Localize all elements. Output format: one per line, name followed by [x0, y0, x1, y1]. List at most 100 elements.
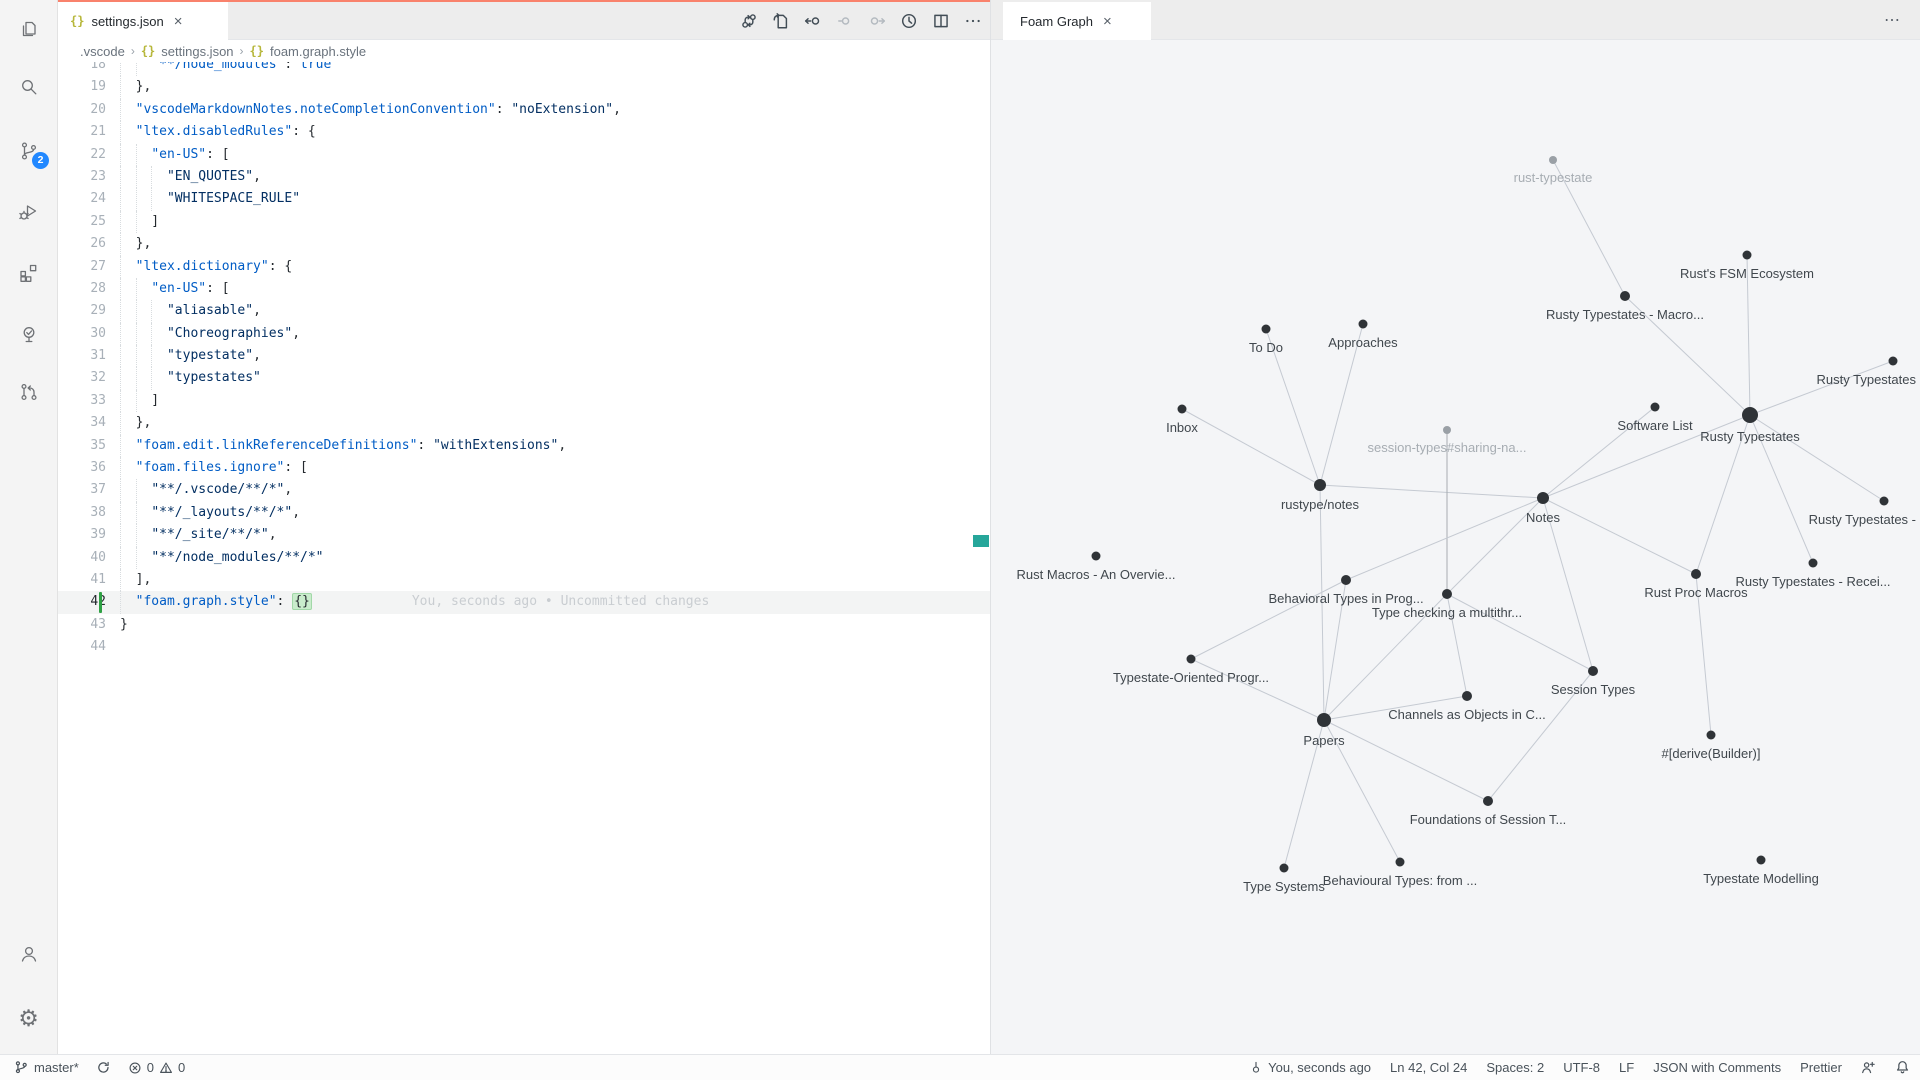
graph-node-typestate-oriented[interactable]: [1187, 655, 1196, 664]
graph-node-type-checking[interactable]: [1442, 589, 1452, 599]
graph-node-rust-macros-overview[interactable]: [1092, 552, 1101, 561]
graph-node-session-types-sharing[interactable]: [1443, 426, 1451, 434]
code-line-26[interactable]: 26 },: [58, 233, 990, 255]
blame-status[interactable]: You, seconds ago: [1249, 1055, 1371, 1080]
breadcrumb-item[interactable]: .vscode: [80, 44, 125, 59]
indentation[interactable]: Spaces: 2: [1486, 1055, 1544, 1080]
code-line-41[interactable]: 41 ],: [58, 569, 990, 591]
more-actions-icon[interactable]: ⋯: [1880, 9, 1904, 31]
code-line-24[interactable]: 24 "WHITESPACE_RULE": [58, 188, 990, 210]
editor-sash[interactable]: [990, 0, 991, 1054]
graph-node-rusty-typestates-far-right[interactable]: [1880, 497, 1889, 506]
sidebar-item-todo-tree[interactable]: [0, 311, 57, 359]
code-line-22[interactable]: 22 "en-US": [: [58, 144, 990, 166]
code-line-29[interactable]: 29 "aliasable",: [58, 300, 990, 322]
graph-node-rust-proc-macros[interactable]: [1691, 569, 1701, 579]
graph-node-approaches[interactable]: [1359, 320, 1368, 329]
graph-node-rusty-typestates-right[interactable]: [1889, 357, 1898, 366]
code-line-18[interactable]: 18 "**/node_modules": true: [58, 62, 990, 76]
file-arrow-icon[interactable]: [770, 10, 792, 32]
graph-node-to-do[interactable]: [1262, 325, 1271, 334]
more-icon[interactable]: [962, 10, 984, 32]
code-line-36[interactable]: 36 "foam.files.ignore": [: [58, 457, 990, 479]
json-icon: {}: [141, 44, 155, 58]
branch-status[interactable]: master*: [14, 1055, 79, 1080]
graph-node-rusty-typestates-macro[interactable]: [1620, 291, 1630, 301]
formatter[interactable]: Prettier: [1800, 1055, 1842, 1080]
breadcrumb-item[interactable]: foam.graph.style: [270, 44, 366, 59]
graph-node-rusty-typestates-recei[interactable]: [1809, 559, 1818, 568]
problems-status[interactable]: 00: [128, 1055, 185, 1080]
code-line-37[interactable]: 37 "**/.vscode/**/*",: [58, 479, 990, 501]
close-icon[interactable]: ×: [171, 13, 186, 30]
graph-node-session-types[interactable]: [1588, 666, 1598, 676]
line-number: 34: [58, 412, 120, 434]
sidebar-item-explorer[interactable]: [0, 6, 57, 54]
breadcrumb-item[interactable]: settings.json: [161, 44, 233, 59]
line-number: 19: [58, 76, 120, 98]
code-line-28[interactable]: 28 "en-US": [: [58, 278, 990, 300]
graph-node-rusty-typestates-hub[interactable]: [1742, 407, 1758, 423]
code-line-19[interactable]: 19 },: [58, 76, 990, 98]
graph-node-rustype-notes[interactable]: [1314, 479, 1326, 491]
code-line-42[interactable]: 42 "foam.graph.style": {}You, seconds ag…: [58, 591, 990, 613]
sidebar-item-source-control-history[interactable]: [0, 368, 57, 416]
timeline-icon[interactable]: [898, 10, 920, 32]
code-line-30[interactable]: 30 "Choreographies",: [58, 323, 990, 345]
graph-node-derive-builder[interactable]: [1707, 731, 1716, 740]
graph-node-type-systems[interactable]: [1280, 864, 1289, 873]
code-line-20[interactable]: 20 "vscodeMarkdownNotes.noteCompletionCo…: [58, 99, 990, 121]
code-line-33[interactable]: 33 ]: [58, 390, 990, 412]
code-line-27[interactable]: 27 "ltex.dictionary": {: [58, 256, 990, 278]
graph-node-channels-objects[interactable]: [1462, 691, 1472, 701]
overview-ruler-marker[interactable]: [973, 535, 989, 547]
graph-node-rust-typestate[interactable]: [1549, 156, 1557, 164]
sidebar-item-account[interactable]: [0, 930, 57, 978]
graph-node-typestate-modelling[interactable]: [1757, 856, 1766, 865]
code-line-34[interactable]: 34 },: [58, 412, 990, 434]
graph-node-behavioral-types[interactable]: [1341, 575, 1351, 585]
compare-icon[interactable]: [738, 10, 760, 32]
prev-change-icon[interactable]: [802, 10, 824, 32]
sidebar-item-search[interactable]: [0, 63, 57, 111]
code-line-40[interactable]: 40 "**/node_modules/**/*": [58, 547, 990, 569]
sidebar-item-source-control[interactable]: 2: [0, 127, 57, 175]
graph-node-label-channels-objects: Channels as Objects in C...: [1388, 707, 1546, 722]
code-line-31[interactable]: 31 "typestate",: [58, 345, 990, 367]
graph-node-label-rust-typestate: rust-typestate: [1514, 170, 1593, 185]
sync-button[interactable]: [96, 1055, 111, 1080]
graph-node-software-list[interactable]: [1651, 403, 1660, 412]
code-editor[interactable]: 18 "**/node_modules": true19 },20 "vscod…: [58, 62, 990, 1054]
tab-foam-graph[interactable]: Foam Graph ×: [1003, 2, 1151, 40]
code-line-43[interactable]: 43}: [58, 614, 990, 636]
graph-node-inbox[interactable]: [1178, 405, 1187, 414]
eol[interactable]: LF: [1619, 1055, 1634, 1080]
code-line-39[interactable]: 39 "**/_site/**/*",: [58, 524, 990, 546]
notifications[interactable]: [1895, 1055, 1910, 1080]
code-line-32[interactable]: 32 "typestates": [58, 367, 990, 389]
sidebar-item-settings[interactable]: ⚙: [0, 994, 57, 1042]
tab-settings-json[interactable]: {} settings.json ×: [58, 2, 228, 40]
graph-node-behavioural-types-from[interactable]: [1396, 858, 1405, 867]
line-number: 21: [58, 121, 120, 143]
foam-graph-canvas[interactable]: rust-typestateRust's FSM EcosystemRusty …: [991, 40, 1920, 1054]
graph-node-foundations-session[interactable]: [1483, 796, 1493, 806]
code-line-25[interactable]: 25 ]: [58, 211, 990, 233]
close-icon[interactable]: ×: [1100, 13, 1115, 30]
graph-node-notes[interactable]: [1537, 492, 1549, 504]
sidebar-item-run-debug[interactable]: [0, 188, 57, 236]
split-icon[interactable]: [930, 10, 952, 32]
code-line-21[interactable]: 21 "ltex.disabledRules": {: [58, 121, 990, 143]
sidebar-item-extensions[interactable]: [0, 249, 57, 297]
encoding[interactable]: UTF-8: [1563, 1055, 1600, 1080]
code-line-35[interactable]: 35 "foam.edit.linkReferenceDefinitions":…: [58, 435, 990, 457]
cursor-position[interactable]: Ln 42, Col 24: [1390, 1055, 1467, 1080]
code-line-38[interactable]: 38 "**/_layouts/**/*",: [58, 502, 990, 524]
language-mode[interactable]: JSON with Comments: [1653, 1055, 1781, 1080]
graph-node-rusts-fsm-ecosystem[interactable]: [1743, 251, 1752, 260]
code-line-23[interactable]: 23 "EN_QUOTES",: [58, 166, 990, 188]
code-text: "WHITESPACE_RULE": [120, 188, 300, 210]
code-line-44[interactable]: 44: [58, 636, 990, 658]
graph-node-papers[interactable]: [1317, 713, 1331, 727]
feedback[interactable]: [1861, 1055, 1876, 1080]
